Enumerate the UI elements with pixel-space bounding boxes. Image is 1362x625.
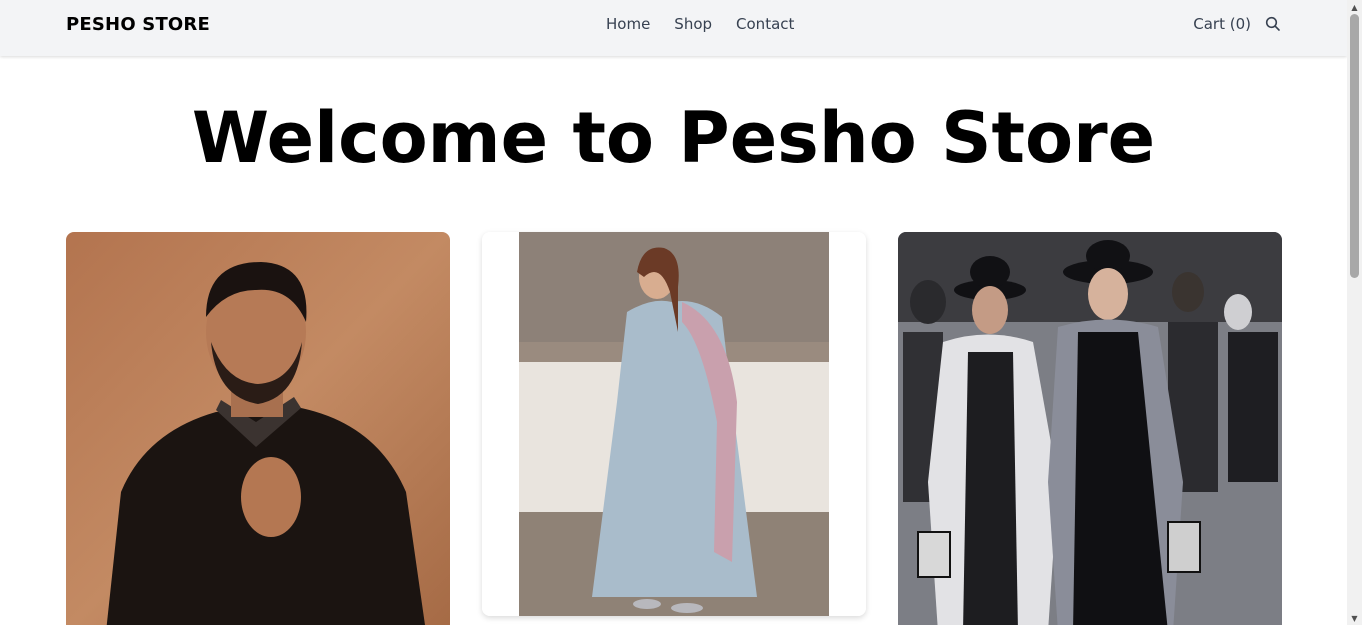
page-scrollbar[interactable]: ▲ ▼	[1347, 0, 1362, 625]
nav-link-shop[interactable]: Shop	[674, 15, 712, 33]
cart-link[interactable]: Cart (0)	[1193, 15, 1251, 33]
scroll-down-arrow-icon[interactable]: ▼	[1347, 611, 1362, 625]
product-image-street-fashion	[898, 232, 1282, 625]
product-image-woman-dress	[482, 232, 866, 616]
page: PESHO STORE Home Shop Contact Cart (0) W…	[0, 0, 1362, 625]
search-icon[interactable]	[1265, 16, 1281, 32]
product-image-man	[66, 232, 450, 625]
product-card[interactable]	[66, 232, 450, 625]
product-card[interactable]	[898, 232, 1282, 625]
nav-links: Home Shop Contact	[606, 15, 794, 33]
nav-right: Cart (0)	[1193, 15, 1281, 33]
navbar: PESHO STORE Home Shop Contact Cart (0)	[0, 0, 1347, 56]
scrollbar-thumb[interactable]	[1350, 14, 1359, 278]
product-card[interactable]	[482, 232, 866, 616]
nav-link-contact[interactable]: Contact	[736, 15, 794, 33]
nav-link-home[interactable]: Home	[606, 15, 650, 33]
page-title: Welcome to Pesho Store	[191, 97, 1156, 179]
scroll-up-arrow-icon[interactable]: ▲	[1347, 0, 1362, 14]
brand-logo[interactable]: PESHO STORE	[66, 14, 210, 35]
